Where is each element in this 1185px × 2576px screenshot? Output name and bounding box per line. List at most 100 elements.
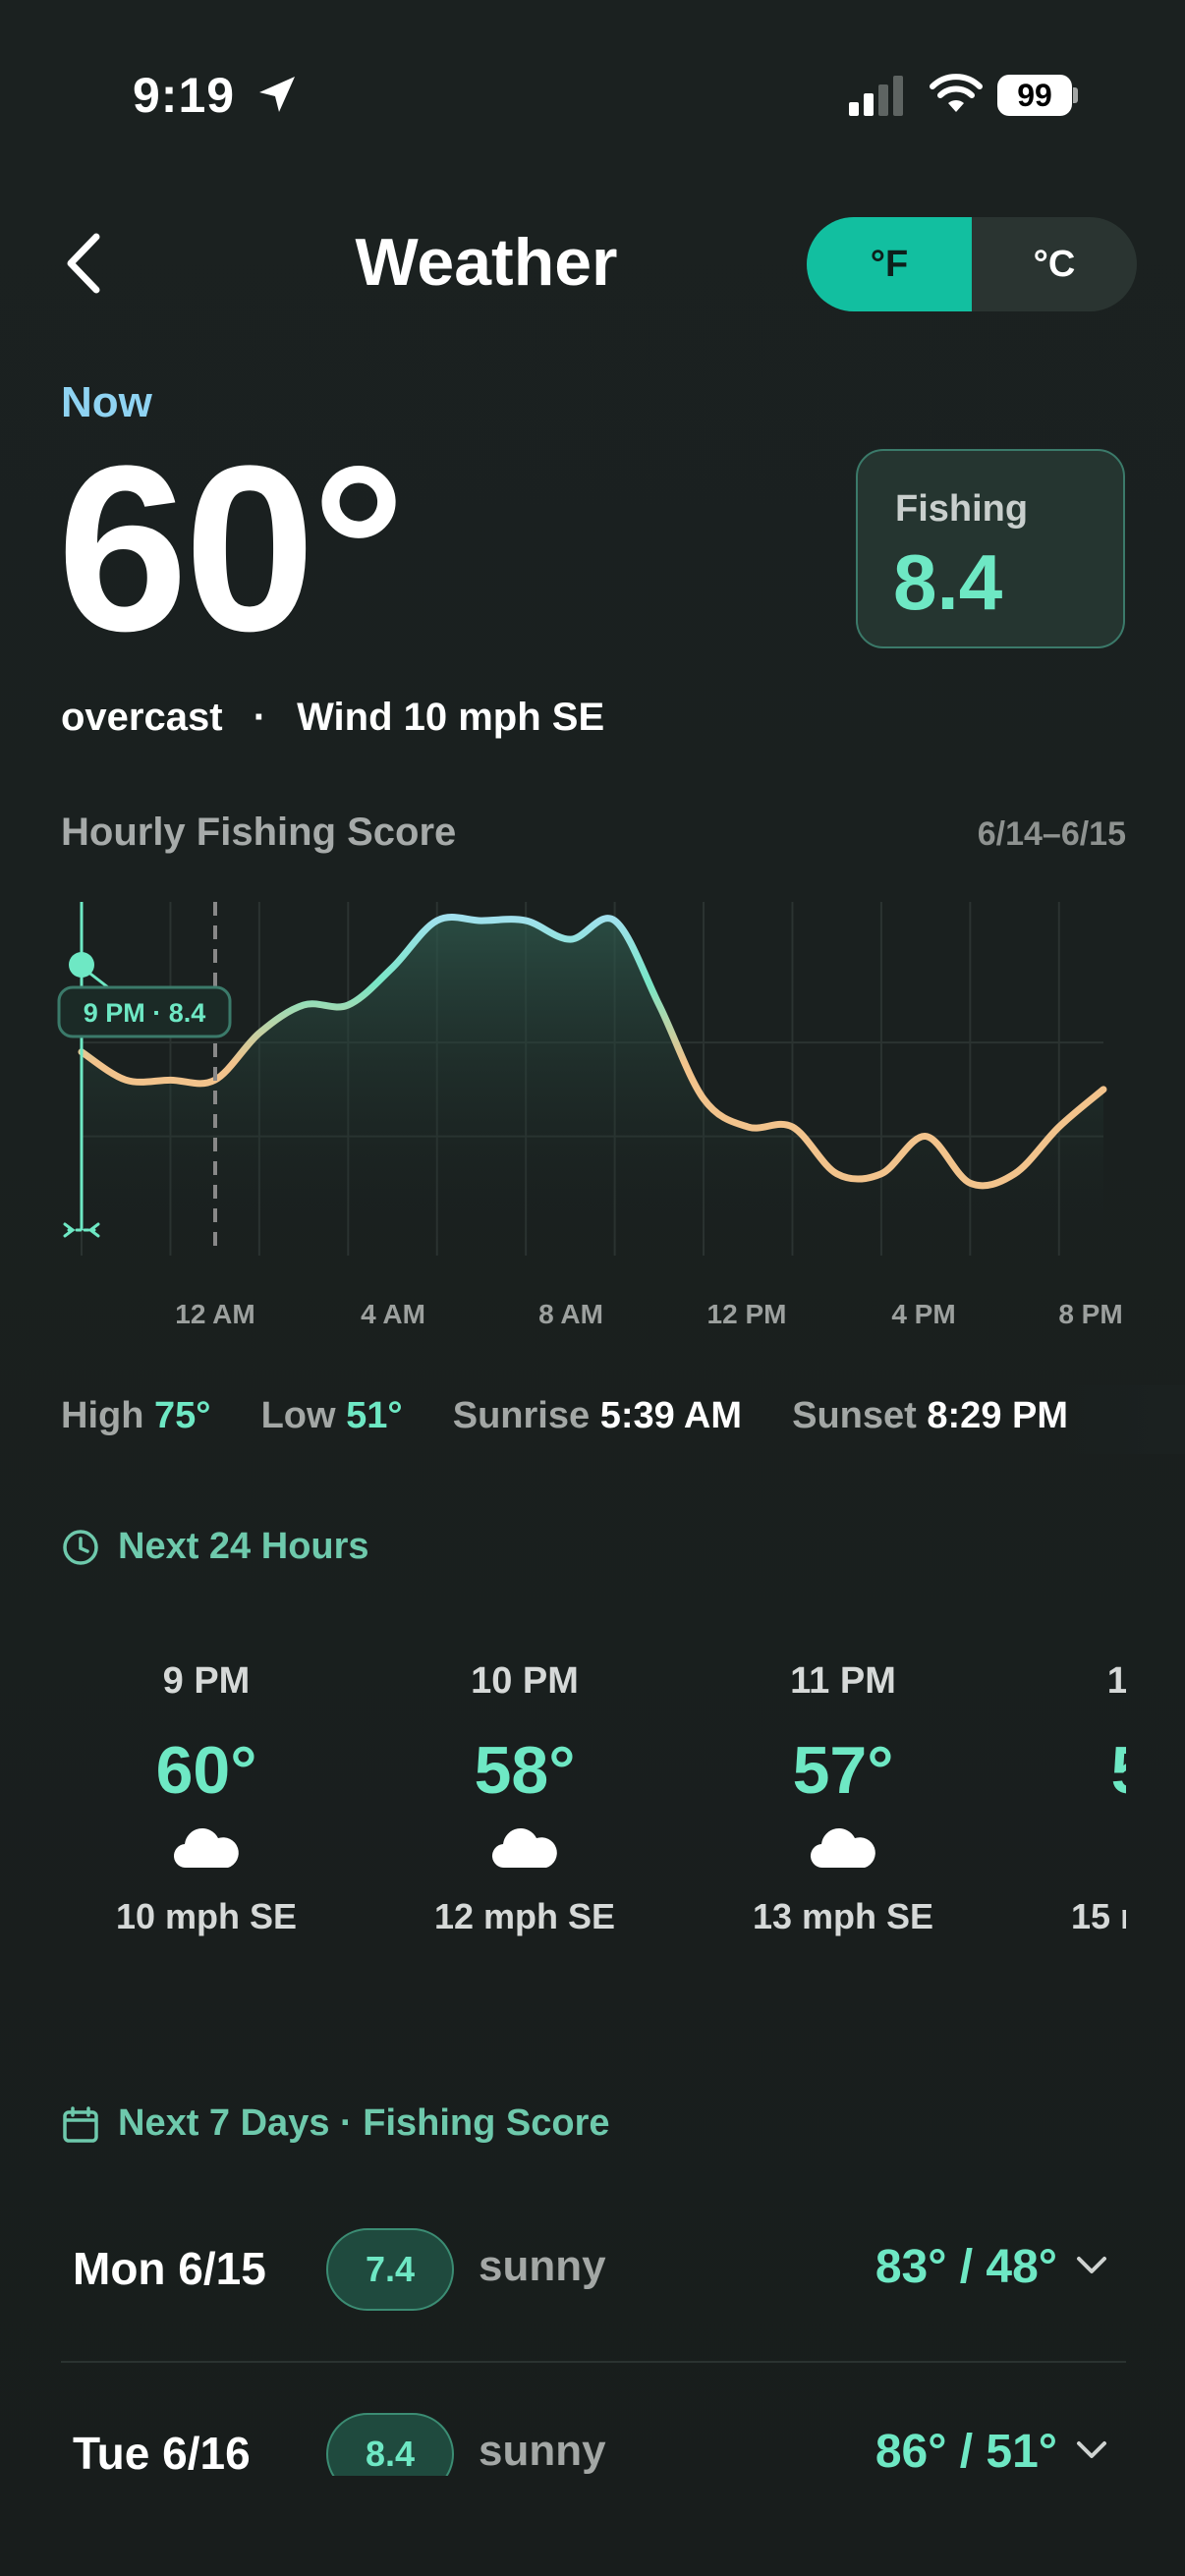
- wifi-icon: [930, 74, 983, 112]
- score-area: [82, 917, 1103, 1250]
- x-axis-label-4pm: 4 PM: [891, 1299, 956, 1329]
- stat-low-value: 51°: [346, 1395, 403, 1436]
- chart-tooltip: 9 PM · 8.4: [84, 998, 206, 1028]
- data-point-11am: [701, 1095, 706, 1101]
- data-point-8am: [567, 936, 573, 942]
- data-point-7pm: [1056, 1124, 1062, 1130]
- fishing-label: Fishing: [895, 488, 1029, 530]
- hour-card[interactable]: 12 AM 57° 15 mph SE: [1044, 1660, 1126, 1937]
- data-point-3am: [345, 1002, 351, 1008]
- data-point-4pm: [923, 1134, 929, 1140]
- stat-high-label: High: [61, 1395, 144, 1436]
- hour-temp: 57°: [1044, 1732, 1126, 1809]
- x-axis-label-12am: 12 AM: [175, 1299, 255, 1329]
- stat-sunrise-label: Sunrise: [452, 1395, 591, 1436]
- day-row[interactable]: Mon 6/15 7.4 sunny 83° / 48°: [61, 2211, 1126, 2348]
- data-point-4am: [390, 965, 396, 971]
- next-24-hours-title: Next 24 Hours: [118, 1526, 369, 1567]
- day-row-clip: Tue 6/16 8.4 sunny 86° / 51°: [0, 2397, 1185, 2476]
- stat-high-value: 75°: [154, 1395, 211, 1436]
- wind-text: Wind 10 mph SE: [297, 696, 605, 739]
- hour-label: 11 PM: [790, 1660, 896, 1702]
- location-arrow-icon: [259, 77, 295, 112]
- day-label: Mon 6/15: [73, 2243, 266, 2294]
- data-point-3pm: [878, 1171, 884, 1177]
- hour-wind: 15 mph SE: [1070, 1896, 1126, 1936]
- data-point-1am: [256, 1031, 262, 1036]
- hourly-forecast-scroller[interactable]: 9 PM 60° 10 mph SE 10 PM 58° 12 mph SE 1…: [0, 1660, 1126, 1985]
- hour-label: 9 PM: [162, 1660, 251, 1702]
- data-point-8pm: [1100, 1087, 1106, 1092]
- data-point-10am: [656, 1002, 662, 1008]
- hour-wind: 13 mph SE: [752, 1896, 934, 1936]
- day-condition: sunny: [479, 2242, 606, 2290]
- day-row[interactable]: Tue 6/16 8.4 sunny 86° / 51°: [61, 2397, 1126, 2476]
- current-conditions: overcast · Wind 10 mph SE: [61, 696, 604, 740]
- hour-card[interactable]: 11 PM 57° 13 mph SE: [725, 1660, 961, 1937]
- data-point-5pm: [967, 1180, 973, 1186]
- calendar-icon: [63, 2106, 98, 2143]
- fishing-score-card[interactable]: Fishing 8.4: [856, 449, 1125, 648]
- day-condition: sunny: [479, 2427, 606, 2475]
- data-point-10pm: [123, 1077, 129, 1083]
- current-to-label-connector: [85, 969, 109, 989]
- daily-stats-strip[interactable]: High 75° Low 51° Sunrise 5:39 AM Sunset …: [61, 1395, 1132, 1437]
- chevron-down-icon[interactable]: [1075, 2254, 1108, 2277]
- row-divider: [61, 2361, 1126, 2363]
- hour-wind: 12 mph SE: [433, 1896, 616, 1936]
- x-axis-label-8am: 8 AM: [538, 1299, 603, 1329]
- hour-card[interactable]: 10 PM 58° 12 mph SE: [407, 1660, 643, 1937]
- next-7-days-title: Next 7 Days · Fishing Score: [118, 2102, 610, 2144]
- current-temperature: 60°: [57, 417, 406, 680]
- page-title: Weather: [355, 225, 618, 300]
- x-axis-label-8pm: 8 PM: [1058, 1299, 1123, 1329]
- unit-fahrenheit-button[interactable]: °F: [807, 217, 972, 311]
- hour-temp: 57°: [792, 1733, 894, 1808]
- data-point-1pm: [789, 1124, 795, 1130]
- cloud-icon: [1124, 1822, 1126, 1872]
- battery-level: 99: [997, 75, 1072, 116]
- data-point-6pm: [1012, 1171, 1018, 1177]
- day-label: Tue 6/16: [73, 2428, 251, 2476]
- data-point-7am: [523, 918, 529, 924]
- hour-label: 12 AM: [1106, 1660, 1126, 1702]
- data-point-9am: [612, 918, 618, 924]
- hour-temp: 60°: [155, 1733, 257, 1808]
- condition-text: overcast: [61, 696, 223, 739]
- day-fishing-score-badge: 7.4: [326, 2228, 454, 2311]
- day-high-low: 83° / 48°: [875, 2241, 1057, 2293]
- cloud-icon: [173, 1828, 239, 1869]
- stat-sunrise-value: 5:39 AM: [599, 1395, 742, 1436]
- cloud-icon: [810, 1828, 875, 1869]
- stat-sunset-value: 8:29 PM: [927, 1395, 1069, 1436]
- stat-sunset-label: Sunset: [792, 1395, 917, 1436]
- chart-title: Hourly Fishing Score: [61, 811, 457, 854]
- status-time: 9:19: [133, 68, 236, 123]
- data-point-2pm: [834, 1171, 840, 1177]
- chart-date-range: 6/14–6/15: [977, 815, 1126, 853]
- clock-icon: [63, 1530, 98, 1565]
- day-high-low: 86° / 51°: [875, 2426, 1057, 2476]
- unit-celsius-button[interactable]: °C: [972, 217, 1137, 311]
- day-fishing-score-badge: 8.4: [326, 2413, 454, 2476]
- data-point-5am: [434, 918, 440, 924]
- hour-label: 10 PM: [471, 1660, 579, 1702]
- hour-card[interactable]: 9 PM 60° 10 mph SE: [88, 1660, 324, 1937]
- stats-fade-overlay: [1061, 1385, 1185, 1454]
- chevron-down-icon[interactable]: [1075, 2438, 1108, 2462]
- data-point-6am: [479, 918, 484, 924]
- x-axis-label-4am: 4 AM: [361, 1299, 425, 1329]
- data-point-2am: [301, 1002, 307, 1008]
- data-point-11pm: [167, 1077, 173, 1083]
- x-axis-label-12pm: 12 PM: [706, 1299, 787, 1329]
- battery-indicator: 99: [997, 75, 1078, 116]
- data-point-12pm: [745, 1124, 751, 1130]
- unit-toggle[interactable]: °F °C: [807, 217, 1137, 311]
- back-chevron-icon[interactable]: [61, 231, 104, 296]
- hourly-fishing-score-chart[interactable]: 9 PM · 8.4: [0, 884, 1185, 1336]
- hour-wind: 10 mph SE: [115, 1896, 298, 1936]
- stat-low-label: Low: [260, 1395, 336, 1436]
- cellular-signal-icon: [849, 76, 903, 116]
- hour-temp: 58°: [474, 1733, 576, 1808]
- fishing-value: 8.4: [893, 538, 1003, 626]
